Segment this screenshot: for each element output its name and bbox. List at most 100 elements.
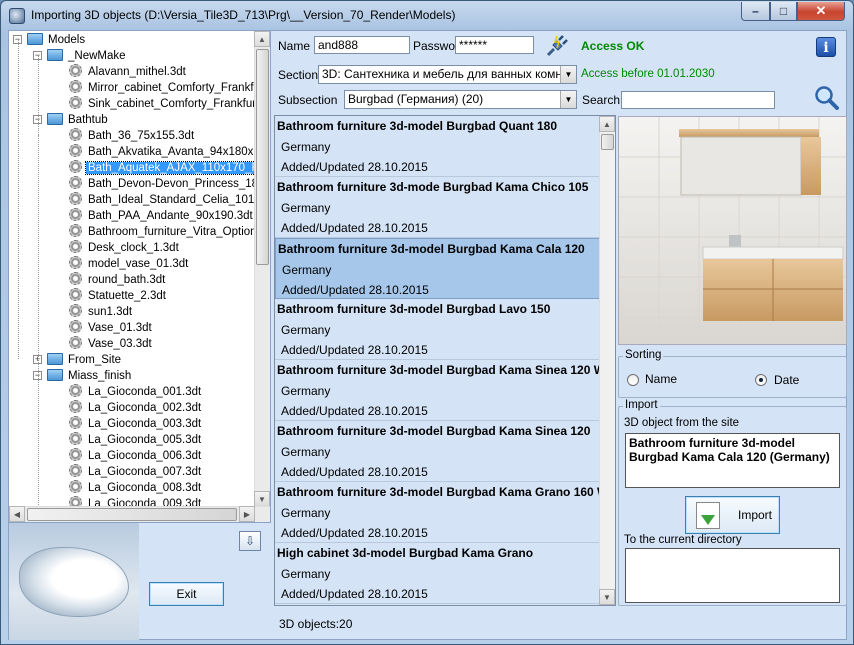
app-icon[interactable] [9,8,25,24]
gear-icon [69,176,82,189]
item-date: Added/Updated 28.10.2015 [281,465,428,479]
list-item[interactable]: Bathroom furniture 3d-model Burgbad Lavo… [275,299,600,360]
maximize-icon: □ [779,4,788,18]
tree-file[interactable]: Mirror_cabinet_Comforty_Frankfurt_ [69,80,255,96]
list-scroll-thumb[interactable] [601,134,614,150]
list-vertical-scrollbar[interactable]: ▲ ▼ [599,116,615,605]
gear-icon [69,288,82,301]
tree-file[interactable]: La_Gioconda_005.3dt [69,432,203,448]
section-select[interactable]: 3D: Сантехника и мебель для ванных комна… [318,65,577,84]
item-date: Added/Updated 28.10.2015 [281,404,428,418]
item-date: Added/Updated 28.10.2015 [281,221,428,235]
list-item[interactable]: Bathroom furniture 3d-model Burgbad Quan… [275,116,600,177]
section-label: Section [278,68,319,82]
tree-file[interactable]: Vase_03.3dt [69,336,154,352]
tree-file[interactable]: model_vase_01.3dt [69,256,190,272]
subsection-value: Burgbad (Германия) (20) [348,92,484,106]
gear-icon [69,384,82,397]
tree-node-label: From_Site [68,354,122,366]
tree-node-label: Mirror_cabinet_Comforty_Frankfurt_ [88,82,255,94]
scroll-down-icon[interactable]: ▼ [254,491,270,507]
tree-scroll-thumb[interactable] [256,49,269,265]
list-item[interactable]: Bathroom furniture 3d-model Burgbad Kama… [275,360,600,421]
tree-file[interactable]: sun1.3dt [69,304,134,320]
current-directory-field[interactable] [625,548,840,603]
tree-file[interactable]: La_Gioconda_003.3dt [69,416,203,432]
list-item[interactable]: Bathroom furniture 3d-model Burgbad Kama… [275,421,600,482]
tree-file[interactable]: Bath_Aquatek_AJAX_110x170_R.3 [69,160,255,176]
tree-file[interactable]: La_Gioconda_001.3dt [69,384,203,400]
tree-hscroll-thumb[interactable] [27,508,237,521]
tree-node-label: Bathtub [68,114,108,126]
scroll-right-icon[interactable]: ▶ [239,506,255,522]
site-object-field[interactable]: Bathroom furniture 3d-model Burgbad Kama… [625,433,840,488]
item-title: High cabinet 3d-model Burgbad Kama Grano [277,546,534,560]
item-date: Added/Updated 28.10.2015 [281,587,428,601]
gear-icon [69,304,82,317]
tree-file[interactable]: Desk_clock_1.3dt [69,240,181,256]
sort-download-icon[interactable]: ⇩ [239,531,261,551]
folder-icon [47,113,63,125]
gear-icon [69,144,82,157]
item-title: Bathroom furniture 3d-model Burgbad Kama… [277,363,600,377]
tree-node-label: La_Gioconda_005.3dt [88,434,202,446]
import-document-icon [696,502,720,529]
item-country: Germany [281,201,331,215]
close-button[interactable]: ✕ [797,2,845,21]
maximize-button[interactable]: □ [770,2,797,21]
tree-file[interactable]: Bath_PAA_Andante_90x190.3dt [69,208,255,224]
tree-file[interactable]: Bath_36_75x155.3dt [69,128,196,144]
tree-file[interactable]: Sink_cabinet_Comforty_Frankfurt_7 [69,96,255,112]
search-icon[interactable] [814,85,840,111]
import-button[interactable]: Import [685,496,780,534]
tree-file[interactable]: Alavann_mithel.3dt [69,64,188,80]
list-item[interactable]: Bathroom furniture 3d-mode Burgbad Kama … [275,177,600,238]
name-input[interactable]: and888 [314,36,410,54]
tree-horizontal-scrollbar[interactable]: ◀ ▶ [9,506,270,522]
tree-file[interactable]: Statuette_2.3dt [69,288,168,304]
tree-folder[interactable]: − Miass_finish [33,368,133,384]
tree-file[interactable]: La_Gioconda_002.3dt [69,400,203,416]
tree-node-label: Statuette_2.3dt [88,290,167,302]
sort-by-name-label: Name [645,372,678,386]
tree-vertical-scrollbar[interactable]: ▲ ▼ [254,31,270,507]
list-item[interactable]: Bathroom furniture 3d-model Burgbad Kama… [275,482,600,543]
tree-file[interactable]: La_Gioconda_008.3dt [69,480,203,496]
objects-list[interactable]: Bathroom furniture 3d-model Burgbad Quan… [274,115,616,606]
tree-node-label: La_Gioconda_006.3dt [88,450,202,462]
tree-folder[interactable]: + From_Site [33,352,123,368]
scroll-down-icon[interactable]: ▼ [599,589,615,605]
title-bar[interactable]: Importing 3D objects (D:\Versia_Tile3D_7… [1,1,853,30]
tree-file[interactable]: Vase_01.3dt [69,320,154,336]
tree-folder[interactable]: − _NewMake [33,48,128,64]
minimize-button[interactable]: – [741,2,770,21]
chevron-down-icon[interactable]: ▼ [560,66,576,83]
tree-file[interactable]: La_Gioconda_006.3dt [69,448,203,464]
tree-file[interactable]: Bathroom_furniture_Vitra_Option-Lu [69,224,255,240]
list-item[interactable]: High cabinet 3d-model Burgbad Kama Grano… [275,543,600,604]
tree-node-label: round_bath.3dt [88,274,166,286]
tree-folder[interactable]: − Models [13,32,87,48]
gear-icon [69,64,82,77]
exit-button[interactable]: Exit [149,582,224,606]
sort-by-date-radio[interactable] [755,374,767,386]
sort-by-name-radio[interactable] [627,374,639,386]
scroll-up-icon[interactable]: ▲ [254,31,270,47]
subsection-select[interactable]: Burgbad (Германия) (20) ▼ [344,90,577,109]
tree-file[interactable]: Bath_Ideal_Standard_Celia_101x20 [69,192,255,208]
name-label: Name [278,39,311,53]
password-input[interactable]: ****** [455,36,534,54]
list-item[interactable]: Bathroom furniture 3d-model Burgbad Kama… [275,238,600,299]
tree-file[interactable]: round_bath.3dt [69,272,167,288]
scroll-up-icon[interactable]: ▲ [599,116,615,132]
search-input[interactable] [621,91,775,109]
chevron-down-icon[interactable]: ▼ [560,91,576,108]
info-icon[interactable]: i [816,37,836,57]
scroll-left-icon[interactable]: ◀ [9,506,25,522]
tree-folder[interactable]: − Bathtub [33,112,110,128]
tree-file[interactable]: Bath_Akvatika_Avanta_94x180x71 [69,144,255,160]
tree-file[interactable]: Bath_Devon-Devon_Princess_181: [69,176,255,192]
folder-tree[interactable]: − Models − _NewMake Alavann_mithel.3dt Mirror… [9,31,271,523]
access-status: Access OK [581,39,645,53]
tree-file[interactable]: La_Gioconda_007.3dt [69,464,203,480]
